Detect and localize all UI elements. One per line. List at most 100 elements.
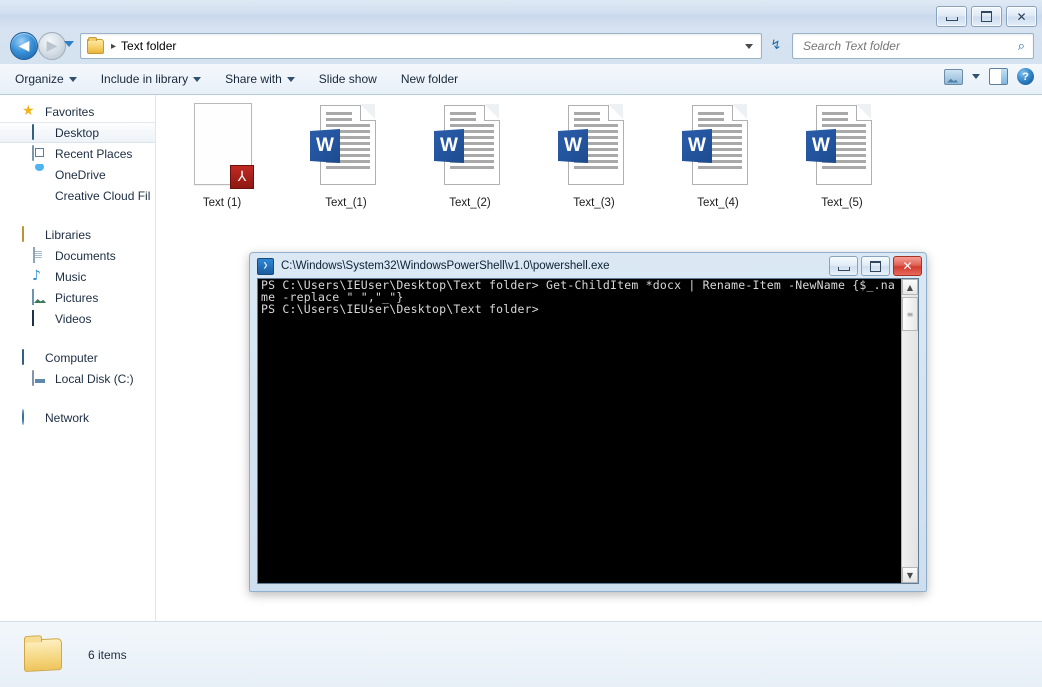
word-badge-icon: W (310, 129, 340, 163)
computer-icon (22, 349, 38, 365)
maximize-button[interactable] (971, 6, 1002, 27)
minimize-button[interactable] (936, 6, 967, 27)
navigation-bar: ◀ ▶ ▸ Text folder ↯ ⌕ (0, 30, 1042, 62)
breadcrumb-current-folder[interactable]: Text folder (121, 39, 176, 53)
toolbar-item-new-folder[interactable]: New folder (392, 68, 467, 90)
sidebar-header-libraries[interactable]: Libraries (0, 224, 155, 245)
minimize-icon (837, 266, 850, 271)
console-output-text[interactable]: PS C:\Users\IEUser\Desktop\Text folder> … (258, 279, 901, 583)
chevron-down-icon (193, 76, 202, 82)
word-file-icon: W (682, 103, 754, 191)
powershell-close-button[interactable]: ✕ (893, 256, 922, 276)
document-icon (32, 247, 48, 263)
sidebar-header-favorites[interactable]: ★ Favorites (0, 101, 155, 122)
network-icon (22, 409, 38, 425)
address-chevron-down-icon[interactable] (745, 44, 753, 49)
close-icon: ✕ (902, 259, 913, 273)
sidebar-item-desktop[interactable]: Desktop (0, 122, 155, 143)
view-icon[interactable] (944, 68, 963, 85)
search-input[interactable] (801, 38, 1018, 54)
sidebar-label: Favorites (45, 104, 95, 119)
sidebar-item-music[interactable]: ♪ Music (0, 266, 155, 287)
file-item[interactable]: W Text_(5) (798, 103, 886, 209)
toolbar-label: Organize (15, 72, 64, 86)
cloud-icon (32, 167, 48, 182)
toolbar-item-organize[interactable]: Organize (6, 68, 86, 90)
sidebar-header-computer[interactable]: Computer (0, 347, 155, 368)
libraries-icon (22, 226, 38, 242)
scroll-up-arrow-icon[interactable]: ▲ (902, 279, 918, 295)
sidebar-item-documents[interactable]: Documents (0, 245, 155, 266)
pdf-file-icon: ⅄ (186, 103, 258, 191)
file-name-label: Text_(2) (449, 197, 491, 209)
search-box[interactable]: ⌕ (792, 33, 1034, 59)
folder-icon (24, 637, 62, 672)
file-name-label: Text_(5) (821, 197, 863, 209)
sidebar-item-recent-places[interactable]: Recent Places (0, 143, 155, 164)
forward-button[interactable]: ▶ (38, 32, 66, 60)
maximize-icon (981, 11, 992, 22)
powershell-minimize-button[interactable] (829, 256, 858, 276)
powershell-console[interactable]: PS C:\Users\IEUser\Desktop\Text folder> … (257, 278, 919, 584)
sidebar-item-onedrive[interactable]: OneDrive (0, 164, 155, 185)
chevron-down-icon (68, 76, 77, 82)
star-icon: ★ (22, 103, 35, 119)
sidebar-header-network[interactable]: Network (0, 407, 155, 428)
sidebar-group-network: Network (0, 407, 155, 428)
help-icon[interactable]: ? (1017, 68, 1034, 85)
back-arrow-icon: ◀ (18, 38, 30, 54)
view-dropdown-caret-icon[interactable] (972, 74, 980, 79)
toolbar-item-share-with[interactable]: Share with (216, 68, 304, 90)
powershell-window[interactable]: ❯ C:\Windows\System32\WindowsPowerShell\… (249, 252, 927, 592)
command-toolbar: Organize Include in library Share with S… (0, 64, 1042, 95)
sidebar-item-pictures[interactable]: Pictures (0, 287, 155, 308)
powershell-icon: ❯ (257, 257, 274, 275)
file-name-label: Text (1) (202, 197, 242, 209)
sidebar-label: Network (45, 410, 90, 425)
toolbar-item-slide-show[interactable]: Slide show (310, 68, 386, 90)
file-item[interactable]: W Text_(3) (550, 103, 638, 209)
file-name-label: Text_(3) (573, 197, 615, 209)
window-controls: ✕ (936, 6, 1037, 27)
toolbar-label: Include in library (100, 72, 189, 86)
back-button[interactable]: ◀ (10, 32, 38, 60)
window-titlebar: ✕ (0, 0, 1042, 30)
word-badge-icon: W (434, 129, 464, 163)
powershell-maximize-button[interactable] (861, 256, 890, 276)
folder-icon (87, 36, 104, 54)
toolbar-item-include-in-library[interactable]: Include in library (92, 68, 210, 90)
sidebar-item-creative-cloud-files[interactable]: Creative Cloud Fil (0, 185, 155, 206)
history-dropdown-icon[interactable] (64, 41, 74, 47)
sidebar-label: Libraries (45, 227, 92, 242)
powershell-titlebar[interactable]: ❯ C:\Windows\System32\WindowsPowerShell\… (252, 255, 924, 277)
file-item[interactable]: W Text_(4) (674, 103, 762, 209)
navigation-pane: ★ Favorites Desktop Recent Places OneDri… (0, 95, 156, 622)
pdf-badge-icon: ⅄ (230, 165, 254, 189)
address-bar[interactable]: ▸ Text folder (80, 33, 762, 59)
sidebar-label: Pictures (55, 290, 99, 305)
refresh-button[interactable]: ↯ (766, 35, 786, 55)
explorer-window: ✕ ◀ ▶ ▸ Text folder ↯ ⌕ Organize (0, 0, 1042, 687)
sidebar-label: Videos (55, 311, 92, 326)
sidebar-group-favorites: ★ Favorites Desktop Recent Places OneDri… (0, 101, 155, 206)
maximize-icon (870, 260, 881, 272)
file-name-label: Text_(4) (697, 197, 739, 209)
scroll-down-arrow-icon[interactable]: ▼ (902, 567, 918, 583)
powershell-window-controls: ✕ (829, 256, 922, 276)
word-file-icon: W (434, 103, 506, 191)
toolbar-label: New folder (400, 72, 459, 86)
close-button[interactable]: ✕ (1006, 6, 1037, 27)
word-file-icon: W (558, 103, 630, 191)
file-name-label: Text_(1) (325, 197, 367, 209)
console-scrollbar[interactable]: ▲ ≡ ▼ (901, 279, 918, 583)
file-item[interactable]: ⅄ Text (1) (178, 103, 266, 209)
music-note-icon: ♪ (32, 268, 41, 284)
disk-icon (32, 370, 48, 386)
sidebar-item-local-disk-c[interactable]: Local Disk (C:) (0, 368, 155, 389)
file-item[interactable]: W Text_(2) (426, 103, 514, 209)
preview-pane-icon[interactable] (989, 68, 1008, 85)
sidebar-item-videos[interactable]: Videos (0, 308, 155, 329)
video-icon (32, 310, 48, 326)
file-item[interactable]: W Text_(1) (302, 103, 390, 209)
scrollbar-thumb[interactable]: ≡ (902, 297, 918, 331)
